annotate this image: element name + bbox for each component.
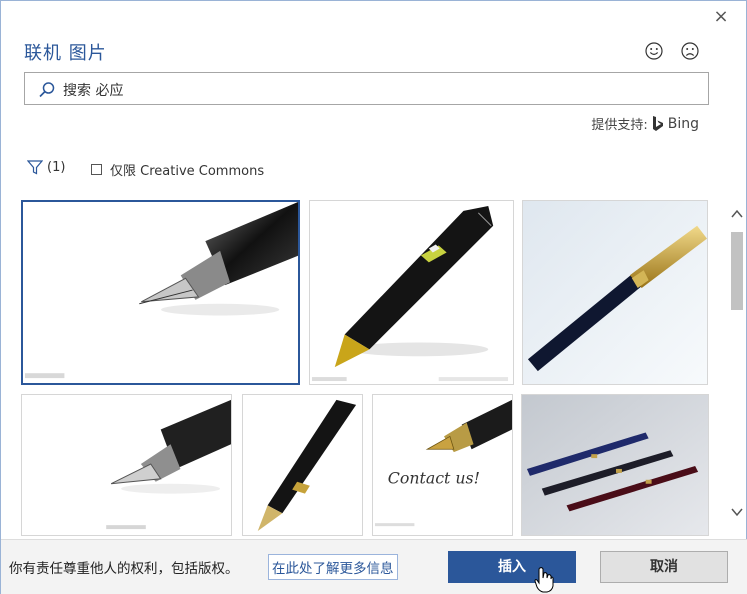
contact-us-caption: Contact us! xyxy=(388,469,480,488)
creative-commons-label: 仅限 Creative Commons xyxy=(110,164,265,179)
cancel-button[interactable]: 取消 xyxy=(600,551,728,583)
image-thumb-5[interactable] xyxy=(242,394,363,536)
online-pictures-dialog: × 联机 图片 搜索 必应 提供支持: Bing (1) 仅限 Creative… xyxy=(0,0,747,594)
creative-commons-checkbox[interactable]: 仅限 Creative Commons xyxy=(91,160,264,179)
gallery-scrollbar[interactable] xyxy=(728,198,746,536)
image-thumb-6[interactable]: Contact us! xyxy=(372,394,513,536)
insert-button[interactable]: 插入 xyxy=(448,551,576,583)
hand-cursor-icon xyxy=(534,567,554,593)
dialog-footer: 你有责任尊重他人的权利，包括版权。 在此处了解更多信息 插入 取消 xyxy=(1,539,747,594)
search-placeholder: 搜索 必应 xyxy=(63,83,124,99)
filter-icon xyxy=(27,160,43,175)
dialog-title: 联机 图片 xyxy=(24,43,107,64)
copyright-notice: 你有责任尊重他人的权利，包括版权。 xyxy=(9,561,239,577)
close-icon[interactable]: × xyxy=(711,7,731,27)
image-thumb-1[interactable] xyxy=(21,200,300,385)
search-input[interactable]: 搜索 必应 xyxy=(24,72,709,105)
search-icon xyxy=(38,81,56,99)
filter-button[interactable]: (1) xyxy=(27,160,65,175)
scroll-down-icon[interactable] xyxy=(728,504,746,522)
frown-icon[interactable] xyxy=(681,42,699,60)
scrollbar-thumb[interactable] xyxy=(731,232,743,310)
image-thumb-7[interactable] xyxy=(521,394,709,536)
scroll-up-icon[interactable] xyxy=(728,206,746,224)
image-thumb-2[interactable] xyxy=(309,200,514,385)
powered-by-label: 提供支持: xyxy=(591,118,648,133)
image-gallery: Contact us! xyxy=(19,198,709,536)
smile-icon[interactable] xyxy=(645,42,663,60)
filter-count: (1) xyxy=(47,160,66,175)
checkbox-box xyxy=(91,164,102,175)
image-thumb-3[interactable] xyxy=(522,200,708,385)
learn-more-link[interactable]: 在此处了解更多信息 xyxy=(268,554,398,580)
powered-by: 提供支持: Bing xyxy=(591,114,699,133)
bing-logo-icon xyxy=(652,115,664,132)
image-thumb-4[interactable] xyxy=(21,394,232,536)
provider-name: Bing xyxy=(667,115,699,132)
